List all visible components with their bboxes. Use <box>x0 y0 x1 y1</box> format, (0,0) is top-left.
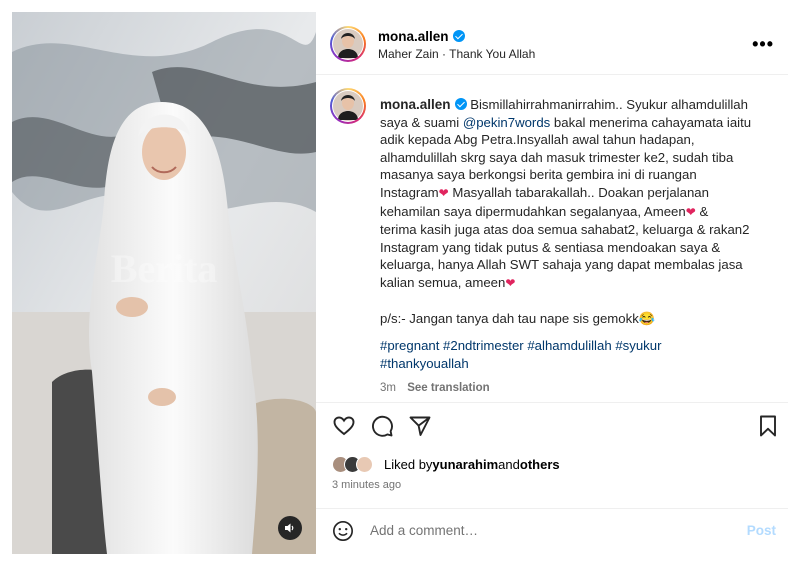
comment-box: Add a comment… Post <box>316 509 788 554</box>
comment-icon[interactable] <box>370 414 394 438</box>
caption-line: Instagram <box>380 184 439 200</box>
post-age[interactable]: 3m <box>380 382 396 394</box>
action-bar <box>316 410 788 444</box>
liked-by-others[interactable]: others <box>520 457 560 472</box>
liked-by-user[interactable]: yunarahim <box>432 457 498 472</box>
volume-button[interactable] <box>278 516 302 540</box>
emoji-icon[interactable] <box>332 520 354 542</box>
liker-avatar[interactable] <box>356 456 373 473</box>
avatar[interactable] <box>332 28 364 60</box>
heart-emoji-icon: ❤ <box>685 204 696 219</box>
caption-line: keluarga, hanya Allah SWT sahaja yang da… <box>380 257 743 273</box>
post-photo[interactable]: Berita <box>12 12 316 554</box>
comment-input[interactable]: Add a comment… <box>370 523 478 538</box>
caption-line: bakal menerima cahayamata iaitu <box>550 114 752 130</box>
post-timestamp[interactable]: 3 minutes ago <box>332 479 401 491</box>
post-caption: mona.allen Bismillahirrahmanirrahim.. Sy… <box>380 96 776 398</box>
divider <box>316 402 788 403</box>
audio-info[interactable]: Maher Zain · Thank You Allah <box>378 47 535 61</box>
hashtag-links[interactable]: #pregnant #2ndtrimester #alhamdulillah #… <box>380 337 776 355</box>
caption-line: Instagram yang tidak putus & sentiasa me… <box>380 239 721 255</box>
liked-by-prefix: Liked by <box>384 457 433 472</box>
hashtags: #pregnant #2ndtrimester #alhamdulillah #… <box>380 337 776 372</box>
svg-text:Berita: Berita <box>111 246 218 291</box>
avatar-image <box>333 91 363 121</box>
post-panel: mona.allen Maher Zain · Thank You Allah … <box>316 12 788 554</box>
caption-line: kalian semua, ameen <box>380 274 506 290</box>
caption-username[interactable]: mona.allen <box>380 97 451 112</box>
caption-line: Bismillahirrahmanirrahim.. Syukur alhamd… <box>470 97 748 112</box>
caption-line: adik kepada Abg Petra.Insyallah awal tah… <box>380 132 695 148</box>
caption-line: terima kasih juga atas doa semua sahabat… <box>380 222 750 238</box>
caption-line: & <box>695 203 709 219</box>
liked-by-and: and <box>498 457 520 472</box>
heart-emoji-icon: ❤ <box>505 275 516 290</box>
photo-illustration: Berita <box>12 12 316 554</box>
caption-avatar[interactable] <box>332 90 364 122</box>
more-options-icon[interactable]: ••• <box>752 34 774 55</box>
caption-ps: p/s:- Jangan tanya dah tau nape sis gemo… <box>380 310 656 326</box>
caption-line: saya & suami <box>380 114 463 130</box>
bookmark-icon[interactable] <box>756 414 780 438</box>
post-header: mona.allen Maher Zain · Thank You Allah … <box>316 12 788 75</box>
like-heart-icon[interactable] <box>332 414 356 438</box>
caption-meta: 3m See translation <box>380 380 776 398</box>
audio-separator: · <box>442 47 447 61</box>
caption-line: alhamdulillah skrg saya dah masuk trimes… <box>380 149 734 165</box>
hashtag-links[interactable]: #thankyouallah <box>380 355 776 373</box>
audio-track[interactable]: Thank You Allah <box>449 47 535 61</box>
avatar-image <box>333 29 363 59</box>
see-translation-link[interactable]: See translation <box>407 382 489 394</box>
speaker-icon <box>285 523 294 533</box>
verified-badge-icon <box>452 30 465 42</box>
caption-line: Masyallah tabarakallah.. Doakan perjalan… <box>448 184 709 200</box>
mention-link[interactable]: @pekin7words <box>463 115 550 130</box>
post-comment-button[interactable]: Post <box>747 523 776 538</box>
audio-artist[interactable]: Maher Zain <box>378 47 439 61</box>
liked-by: Liked by yunarahim and others <box>332 456 560 473</box>
share-icon[interactable] <box>408 414 432 438</box>
caption-line: masanya saya berkongsi berita gembira in… <box>380 167 697 183</box>
heart-emoji-icon: ❤ <box>438 185 449 200</box>
caption-line: kehamilan saya dipermudahkan segalanyaa,… <box>380 203 686 219</box>
verified-badge-icon <box>454 98 467 110</box>
username[interactable]: mona.allen <box>378 29 449 44</box>
